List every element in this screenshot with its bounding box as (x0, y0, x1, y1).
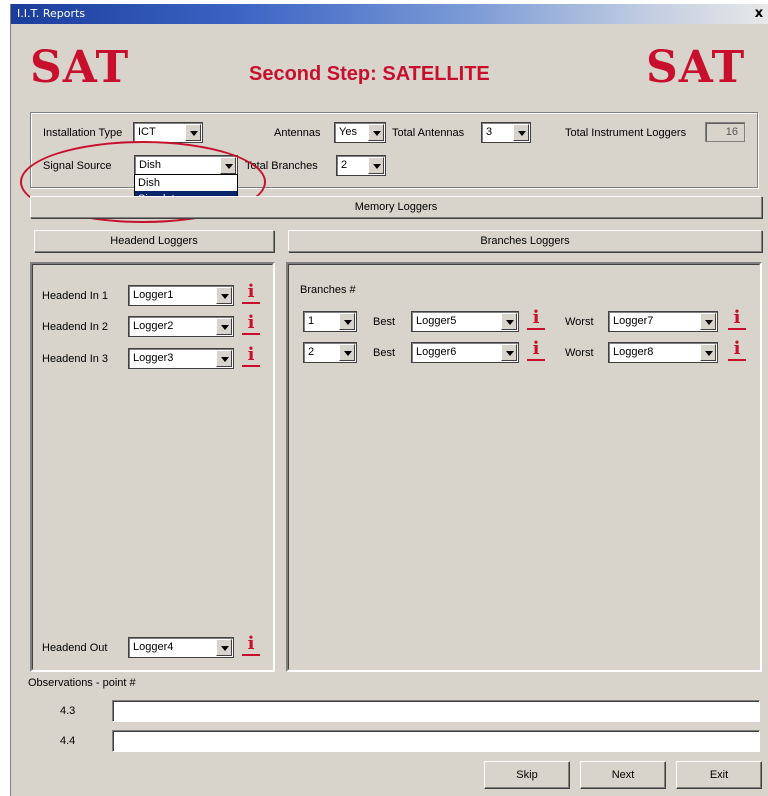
chevron-down-icon[interactable] (216, 639, 232, 656)
info-icon[interactable]: i (242, 283, 260, 304)
antennas-label: Antennas (274, 127, 321, 139)
observations-title: Observations - point # (28, 677, 136, 689)
total-instrument-loggers-label: Total Instrument Loggers (565, 127, 687, 139)
antennas-select[interactable]: Yes (334, 122, 386, 143)
total-antennas-select[interactable]: 3 (481, 122, 531, 143)
next-button[interactable]: Next (580, 761, 666, 789)
headend-in-3-value: Logger3 (133, 352, 174, 364)
chevron-down-icon[interactable] (216, 318, 232, 335)
observation-4-4-input[interactable] (112, 730, 760, 752)
headend-out-label: Headend Out (42, 642, 108, 654)
branch-1-best-value: Logger5 (416, 315, 457, 327)
headend-in-2-label: Headend In 2 (42, 321, 109, 333)
chevron-down-icon[interactable] (368, 124, 384, 141)
chevron-down-icon[interactable] (339, 344, 355, 361)
headend-loggers-header: Headend Loggers (34, 230, 274, 252)
memory-loggers-header: Memory Loggers (30, 196, 762, 218)
installation-type-label: Installation Type (43, 127, 123, 139)
branch-1-worst-value: Logger7 (613, 315, 654, 327)
branch-1-number-select[interactable]: 1 (303, 311, 357, 332)
branch-1-worst-label: Worst (565, 316, 594, 328)
branch-2-worst-label: Worst (565, 347, 594, 359)
total-antennas-label: Total Antennas (392, 127, 465, 139)
headend-out-value: Logger4 (133, 641, 174, 653)
branch-2-number-select[interactable]: 2 (303, 342, 357, 363)
chevron-down-icon[interactable] (700, 313, 716, 330)
antennas-value: Yes (339, 126, 357, 138)
branch-2-best-value: Logger6 (416, 346, 457, 358)
branch-2-worst-value: Logger8 (613, 346, 654, 358)
total-antennas-value: 3 (486, 126, 493, 138)
observation-4-3-label: 4.3 (60, 705, 76, 717)
close-icon[interactable]: x (751, 6, 767, 22)
installation-type-select[interactable]: ICT (133, 122, 203, 143)
total-branches-select[interactable]: 2 (336, 155, 386, 176)
page-title: Second Step: SATELLITE (249, 63, 490, 85)
total-instrument-loggers-value: 16 (705, 122, 745, 142)
chevron-down-icon[interactable] (513, 124, 529, 141)
skip-button[interactable]: Skip (484, 761, 570, 789)
headend-in-3-label: Headend In 3 (42, 353, 109, 365)
info-icon[interactable]: i (242, 635, 260, 656)
branch-2-best-label: Best (373, 347, 396, 359)
sat-logo-left: SAT (30, 42, 130, 93)
headend-in-1-select[interactable]: Logger1 (128, 285, 234, 306)
title-bar: I.I.T. Reports x (11, 4, 768, 24)
branch-1-worst-select[interactable]: Logger7 (608, 311, 718, 332)
info-icon[interactable]: i (527, 309, 545, 330)
info-icon[interactable]: i (728, 309, 746, 330)
observation-4-3-input[interactable] (112, 700, 760, 722)
chevron-down-icon[interactable] (501, 344, 517, 361)
info-icon[interactable]: i (242, 346, 260, 367)
info-icon[interactable]: i (728, 340, 746, 361)
window-title: I.I.T. Reports (17, 7, 86, 20)
chevron-down-icon[interactable] (501, 313, 517, 330)
branch-1-best-label: Best (373, 316, 396, 328)
branch-2-worst-select[interactable]: Logger8 (608, 342, 718, 363)
headend-in-1-label: Headend In 1 (42, 290, 109, 302)
chevron-down-icon[interactable] (216, 350, 232, 367)
info-icon[interactable]: i (527, 340, 545, 361)
branch-2-best-select[interactable]: Logger6 (411, 342, 519, 363)
exit-button[interactable]: Exit (676, 761, 762, 789)
installation-type-value: ICT (138, 126, 156, 138)
branch-2-number: 2 (308, 346, 315, 358)
chevron-down-icon[interactable] (368, 157, 384, 174)
headend-in-3-select[interactable]: Logger3 (128, 348, 234, 369)
chevron-down-icon[interactable] (216, 287, 232, 304)
headend-in-1-value: Logger1 (133, 289, 174, 301)
sat-logo-right: SAT (646, 42, 746, 93)
info-icon[interactable]: i (242, 314, 260, 335)
chevron-down-icon[interactable] (185, 124, 201, 141)
total-branches-value: 2 (341, 159, 348, 171)
branches-loggers-header: Branches Loggers (288, 230, 762, 252)
headend-out-select[interactable]: Logger4 (128, 637, 234, 658)
headend-in-2-select[interactable]: Logger2 (128, 316, 234, 337)
branch-1-best-select[interactable]: Logger5 (411, 311, 519, 332)
chevron-down-icon[interactable] (339, 313, 355, 330)
headend-in-2-value: Logger2 (133, 320, 174, 332)
branch-1-number: 1 (308, 315, 315, 327)
chevron-down-icon[interactable] (700, 344, 716, 361)
branches-header-label: Branches # (300, 284, 356, 296)
observation-4-4-label: 4.4 (60, 735, 76, 747)
